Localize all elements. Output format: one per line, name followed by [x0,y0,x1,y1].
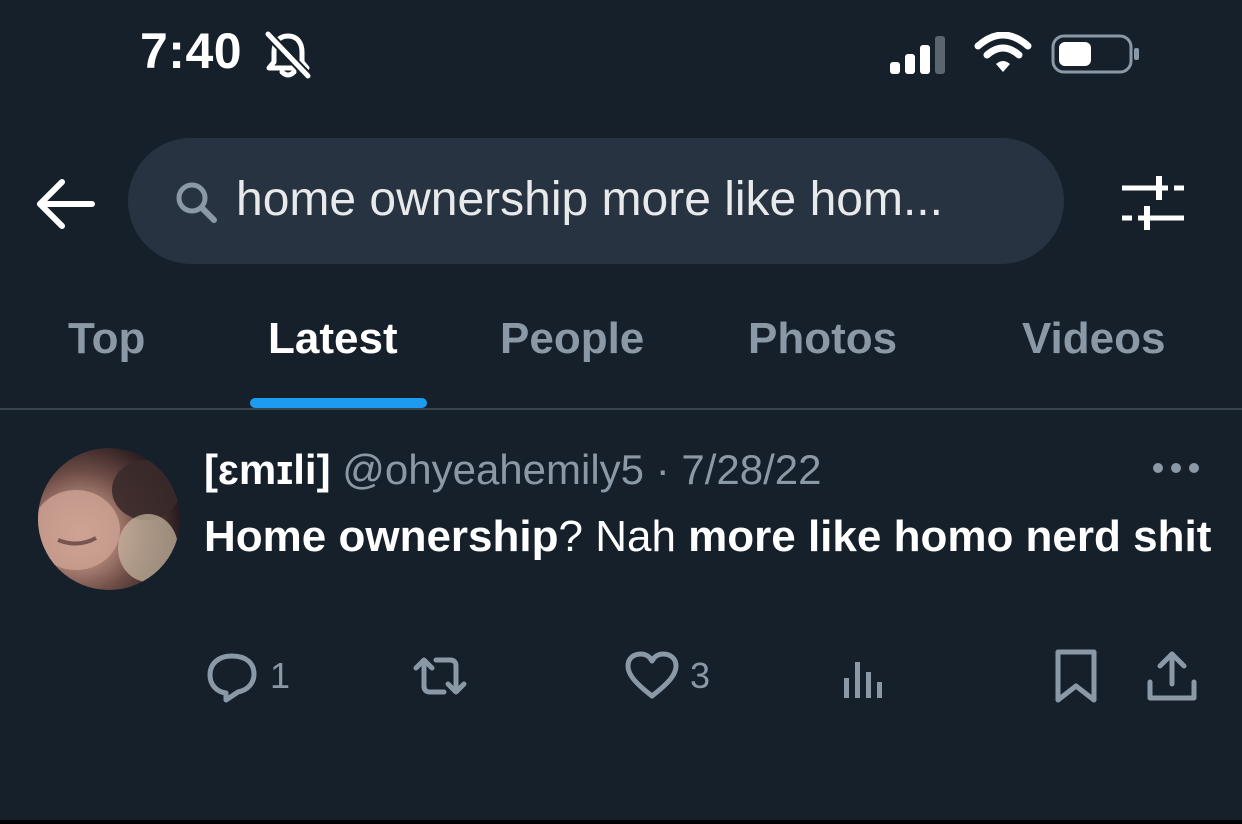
filter-icon[interactable] [1120,172,1186,234]
tabs-divider [0,408,1242,410]
bell-slash-icon [264,30,312,80]
like-count: 3 [690,655,711,696]
bottom-edge [0,820,1242,824]
retweet-button[interactable] [412,648,468,704]
retweet-icon [413,657,467,695]
share-button[interactable] [1144,648,1200,704]
display-name[interactable]: [ɛmɪli] [204,446,331,493]
views-icon [844,662,882,698]
tab-photos[interactable]: Photos [748,314,897,364]
avatar-photo [38,460,180,582]
tab-top[interactable]: Top [68,314,145,364]
tab-people[interactable]: People [500,314,644,364]
active-tab-indicator [250,398,427,408]
avatar[interactable] [38,448,180,590]
more-icon[interactable] [1150,452,1202,482]
separator-dot: · [655,446,670,493]
tweet-text: Home ownership? Nah more like homo nerd … [204,506,1214,568]
tweet-date[interactable]: 7/28/22 [681,446,821,493]
reply-icon [207,653,257,703]
tweet-header: [ɛmɪli] @ohyeahemily5 · 7/28/22 [204,446,822,494]
search-icon [176,182,217,223]
tab-latest[interactable]: Latest [268,314,398,364]
like-icon [625,651,679,699]
tweet-text-normal: ? Nah [558,512,689,561]
search-query[interactable]: home ownership more like hom... [236,172,1036,227]
bookmark-button[interactable] [1048,648,1104,704]
share-icon [1147,651,1197,701]
back-arrow-icon[interactable] [34,176,96,232]
tab-videos[interactable]: Videos [1022,314,1165,364]
tweet-text-bold-2: more like homo nerd shit [688,512,1212,561]
reply-count: 1 [270,655,291,696]
user-handle[interactable]: @ohyeahemily5 [342,446,644,493]
tweet-text-bold-1: Home ownership [204,512,559,561]
like-button[interactable]: 3 [624,648,710,704]
bookmark-icon [1055,649,1097,703]
wifi-icon [974,32,1032,72]
status-time: 7:40 [140,23,243,79]
reply-button[interactable]: 1 [204,648,290,704]
signal-icon [890,36,945,74]
views-button[interactable] [836,648,892,704]
battery-icon [1051,34,1139,74]
